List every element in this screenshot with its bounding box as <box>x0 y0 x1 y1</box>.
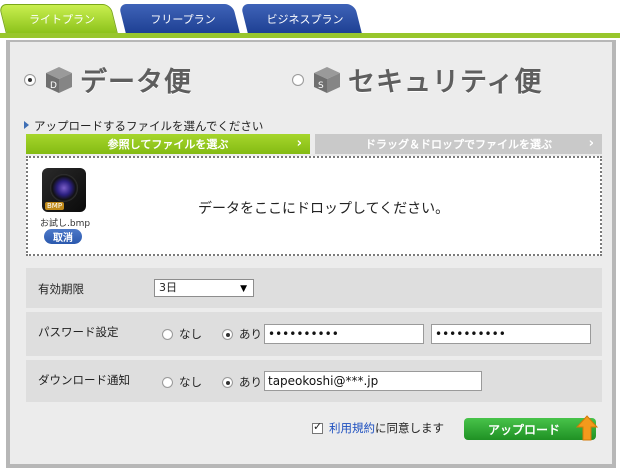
terms-suffix: に同意します <box>375 421 444 435</box>
data-box-icon: D <box>46 66 72 93</box>
password-label: パスワード設定 <box>38 325 119 339</box>
expiry-value: 3日 <box>159 281 177 294</box>
svg-text:S: S <box>318 81 324 91</box>
tab-free-plan[interactable]: フリープラン <box>118 4 240 34</box>
svg-text:D: D <box>50 81 57 91</box>
bmp-badge: BMP <box>45 202 65 210</box>
tab-business-plan-label: ビジネスプラン <box>266 13 344 26</box>
dropdown-arrow-icon: ▼ <box>240 284 247 294</box>
notify-label: ダウンロード通知 <box>38 373 130 387</box>
password-yes-label: あり <box>239 327 262 341</box>
notify-yes-option[interactable]: あり <box>222 374 262 390</box>
tab-business-plan[interactable]: ビジネスプラン <box>240 4 362 34</box>
password-none-option[interactable]: なし <box>162 326 202 342</box>
tab-light-plan[interactable]: ライトプラン <box>0 4 119 34</box>
browse-file-label: 参照してファイルを選ぶ <box>107 138 229 151</box>
service-data-label: データ便 <box>80 67 192 98</box>
camera-lens-icon <box>50 174 78 202</box>
expiry-row: 有効期限 3日 ▼ <box>26 268 602 308</box>
password-input[interactable]: •••••••••• <box>264 324 424 344</box>
password-yes-option[interactable]: あり <box>222 326 262 342</box>
tab-light-plan-label: ライトプラン <box>29 13 95 26</box>
upload-button[interactable]: アップロード <box>464 415 598 441</box>
browse-file-button[interactable]: 参照してファイルを選ぶ › <box>26 134 310 154</box>
expiry-label: 有効期限 <box>38 282 84 296</box>
service-security-radio[interactable] <box>292 73 304 86</box>
triangle-bullet-icon <box>24 121 29 129</box>
password-none-label: なし <box>179 327 202 341</box>
terms-agreement: 利用規約 に同意します <box>312 420 444 436</box>
notify-email-input[interactable]: tapeokoshi@***.jp <box>264 371 482 391</box>
upload-section-text: アップロードするファイルを選んでください <box>34 119 264 133</box>
notify-none-radio[interactable] <box>162 376 173 388</box>
upload-button-label: アップロード <box>488 422 561 437</box>
tab-free-plan-label: フリープラン <box>150 13 216 26</box>
drag-drop-label: ドラッグ＆ドロップでファイルを選ぶ <box>365 138 552 151</box>
upload-arrow-icon <box>576 415 598 441</box>
notify-none-option[interactable]: なし <box>162 374 202 390</box>
terms-link[interactable]: 利用規約 <box>329 420 375 436</box>
file-thumbnail: BMP <box>42 168 86 212</box>
notify-yes-label: あり <box>239 375 262 389</box>
service-option-data[interactable]: D データ便 <box>24 60 192 99</box>
drag-drop-button[interactable]: ドラッグ＆ドロップでファイルを選ぶ › <box>315 134 602 154</box>
chevron-right-icon: › <box>296 136 302 151</box>
service-security-label: セキュリティ便 <box>348 67 543 98</box>
tab-underline-bar <box>0 33 620 38</box>
notify-yes-radio[interactable] <box>222 376 233 388</box>
security-box-icon: S <box>314 66 340 93</box>
drop-instruction: データをここにドロップしてください。 <box>198 201 450 217</box>
expiry-select[interactable]: 3日 ▼ <box>154 279 254 297</box>
notify-row: ダウンロード通知 なし あり tapeokoshi@***.jp <box>26 360 602 402</box>
notify-none-label: なし <box>179 375 202 389</box>
cancel-file-button[interactable]: 取消 <box>44 229 82 244</box>
password-none-radio[interactable] <box>162 328 173 340</box>
upload-section-label: アップロードするファイルを選んでください <box>24 118 263 134</box>
service-data-radio[interactable] <box>24 73 36 86</box>
password-row: パスワード設定 なし あり •••••••••• •••••••••• <box>26 312 602 356</box>
terms-checkbox[interactable] <box>312 420 323 434</box>
file-name: お試し.bmp <box>40 219 91 229</box>
main-panel: D データ便 S セキュリティ便 アップロードするファイルを選んでください 参照… <box>6 40 616 468</box>
service-option-security[interactable]: S セキュリティ便 <box>292 60 542 99</box>
password-yes-radio[interactable] <box>222 328 233 340</box>
drop-zone[interactable]: BMP お試し.bmp 取消 データをここにドロップしてください。 <box>26 156 602 256</box>
chevron-right-icon: › <box>588 136 594 151</box>
password-confirm-input[interactable]: •••••••••• <box>431 324 591 344</box>
